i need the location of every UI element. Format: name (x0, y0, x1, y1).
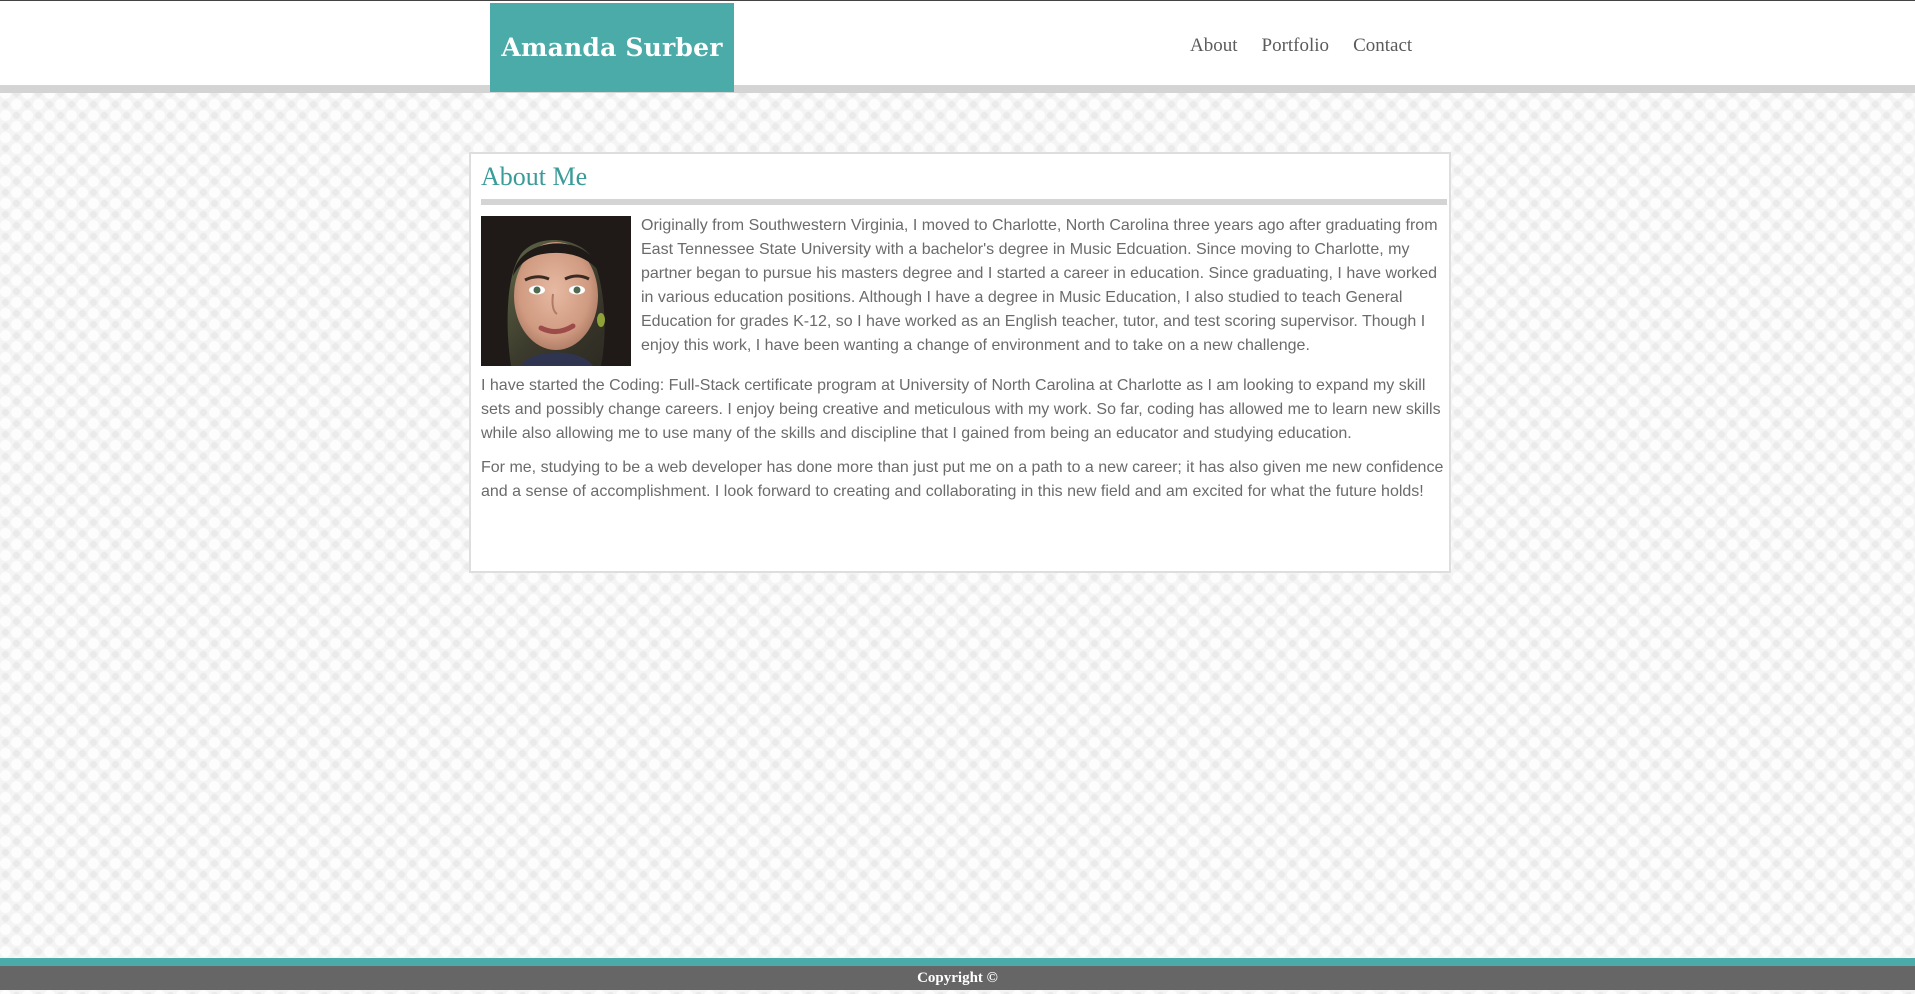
site-header: Amanda Surber About Portfolio Contact (0, 0, 1915, 93)
brand-name: Amanda Surber (501, 33, 723, 62)
about-paragraph-2: I have started the Coding: Full-Stack ce… (481, 377, 1441, 442)
profile-photo (481, 216, 631, 366)
about-content: Originally from Southwestern Virginia, I… (481, 214, 1447, 514)
about-paragraph-3: For me, studying to be a web developer h… (481, 459, 1444, 500)
copyright-text: Copyright © (917, 969, 998, 986)
nav-link-about[interactable]: About (1190, 35, 1238, 57)
about-card: About Me Originally from Southwestern Vi… (469, 152, 1451, 573)
site-footer: Copyright © (0, 966, 1915, 990)
nav-link-portfolio[interactable]: Portfolio (1262, 35, 1330, 57)
title-divider (481, 199, 1447, 205)
brand-logo-link[interactable]: Amanda Surber (490, 3, 734, 92)
about-title: About Me (481, 162, 588, 191)
main-nav: About Portfolio Contact (1190, 35, 1412, 57)
nav-link-contact[interactable]: Contact (1353, 35, 1412, 57)
footer-stripe (0, 958, 1915, 966)
